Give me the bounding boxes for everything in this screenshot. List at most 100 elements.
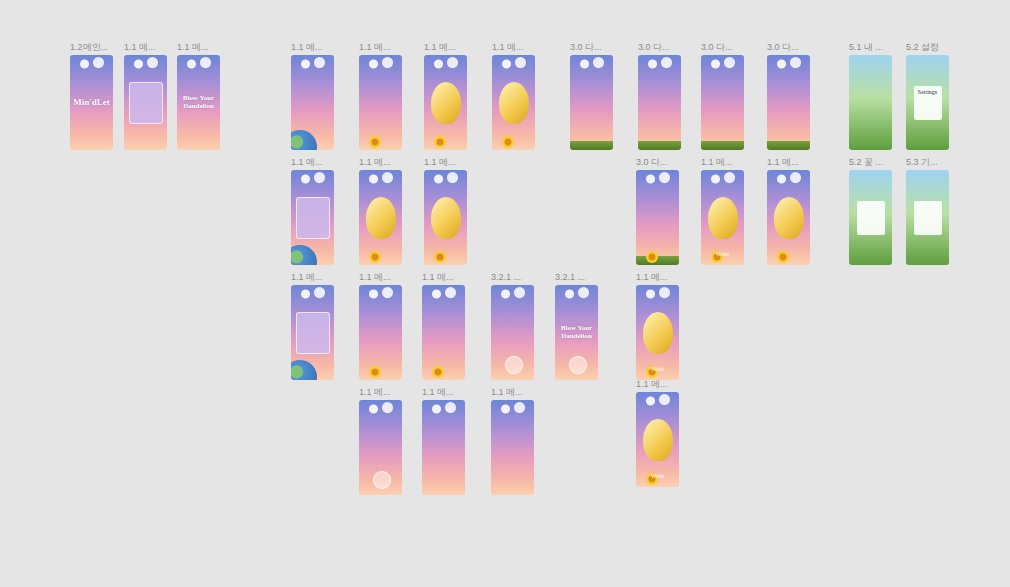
- screen-frame[interactable]: [359, 170, 402, 265]
- frame-item: 3.2.1 ... Blow Your Dandelion: [555, 273, 598, 380]
- login-card[interactable]: [296, 197, 330, 239]
- frame-label[interactable]: 1.1 메...: [491, 388, 534, 397]
- screen-frame[interactable]: Blow Your Dandelion: [177, 55, 220, 150]
- card-title: Settings: [918, 89, 937, 95]
- settings-card[interactable]: [857, 201, 885, 235]
- screen-frame[interactable]: [291, 170, 334, 265]
- screen-frame[interactable]: [638, 55, 681, 150]
- frame-label[interactable]: 1.2메인...: [70, 43, 113, 52]
- flower-icon: [369, 366, 381, 378]
- frame-label[interactable]: 1.1 메...: [422, 388, 465, 397]
- letter-card[interactable]: [774, 197, 804, 239]
- flower-icon: [646, 251, 658, 263]
- frame-label[interactable]: 1.1 메...: [359, 388, 402, 397]
- clouds-icon: [640, 287, 675, 301]
- earth-icon: [291, 245, 317, 265]
- frame-label[interactable]: 1.1 메...: [291, 273, 334, 282]
- screen-frame[interactable]: [359, 285, 402, 380]
- screen-frame[interactable]: [424, 55, 467, 150]
- screen-frame[interactable]: [422, 400, 465, 495]
- frame-label[interactable]: 5.2 설정: [906, 43, 949, 52]
- letter-card[interactable]: [431, 197, 461, 239]
- clouds-icon: [574, 57, 609, 71]
- screen-frame[interactable]: [491, 400, 534, 495]
- screen-frame[interactable]: [424, 170, 467, 265]
- frame-label[interactable]: 1.1 메...: [291, 158, 334, 167]
- frame-label[interactable]: 1.1 메...: [359, 158, 402, 167]
- frame-label[interactable]: 1.1 메...: [701, 158, 744, 167]
- frame-label[interactable]: 1.1 메...: [636, 380, 679, 389]
- frame-label[interactable]: 3.0 다...: [767, 43, 810, 52]
- screen-frame[interactable]: Settings: [906, 55, 949, 150]
- screen-frame[interactable]: [359, 400, 402, 495]
- frame-label[interactable]: 3.0 다...: [636, 158, 679, 167]
- login-card[interactable]: [296, 312, 330, 354]
- frame-label[interactable]: 3.0 다...: [638, 43, 681, 52]
- screen-frame[interactable]: [849, 170, 892, 265]
- letter-card[interactable]: [499, 82, 529, 124]
- frame-label[interactable]: 1.1 메...: [291, 43, 334, 52]
- frame-label[interactable]: 1.1 메...: [767, 158, 810, 167]
- clouds-icon: [426, 402, 461, 416]
- frame-item: 1.2메인... Min'dLet: [70, 43, 113, 150]
- frame-label[interactable]: 5.2 꽃 ...: [849, 158, 892, 167]
- screen-frame[interactable]: Write: [636, 285, 679, 380]
- frame-label[interactable]: 1.1 메...: [424, 158, 467, 167]
- frame-label[interactable]: 5.1 내 ...: [849, 43, 892, 52]
- screen-frame[interactable]: [492, 55, 535, 150]
- login-card[interactable]: [129, 82, 163, 124]
- dandelion-icon: [505, 356, 523, 374]
- clouds-icon: [428, 172, 463, 186]
- frame-label[interactable]: 1.1 메...: [424, 43, 467, 52]
- letter-card[interactable]: [708, 197, 738, 239]
- frame-title: Min'dLet: [71, 98, 112, 107]
- screen-frame[interactable]: [491, 285, 534, 380]
- settings-card[interactable]: [914, 201, 942, 235]
- flower-icon: [434, 251, 446, 263]
- frame-label[interactable]: 3.2.1 ...: [555, 273, 598, 282]
- letter-card[interactable]: [643, 312, 673, 354]
- write-button[interactable]: Write: [636, 473, 679, 479]
- frame-label[interactable]: 1.1 메...: [492, 43, 535, 52]
- screen-frame[interactable]: Write: [636, 392, 679, 487]
- frame-item: 3.0 다...: [570, 43, 613, 150]
- frame-item: 5.1 내 ...: [849, 43, 892, 150]
- frame-label[interactable]: 1.1 메...: [359, 273, 402, 282]
- frame-label[interactable]: 1.1 메...: [124, 43, 167, 52]
- screen-frame[interactable]: [570, 55, 613, 150]
- screen-frame[interactable]: [124, 55, 167, 150]
- frame-label[interactable]: 1.1 메...: [422, 273, 465, 282]
- screen-frame[interactable]: [767, 170, 810, 265]
- flower-icon: [434, 136, 446, 148]
- frame-label[interactable]: 1.1 메...: [359, 43, 402, 52]
- screen-frame[interactable]: [359, 55, 402, 150]
- settings-card[interactable]: Settings: [914, 86, 942, 120]
- frame-label[interactable]: 3.0 다...: [570, 43, 613, 52]
- frame-label[interactable]: 1.1 메...: [636, 273, 679, 282]
- screen-frame[interactable]: [636, 170, 679, 265]
- write-button[interactable]: Write: [636, 366, 679, 372]
- clouds-icon: [363, 402, 398, 416]
- screen-frame[interactable]: [701, 55, 744, 150]
- screen-frame[interactable]: [291, 285, 334, 380]
- screen-frame[interactable]: [906, 170, 949, 265]
- clouds-icon: [74, 57, 109, 71]
- clouds-icon: [426, 287, 461, 301]
- screen-frame[interactable]: Min'dLet: [70, 55, 113, 150]
- letter-card[interactable]: [431, 82, 461, 124]
- screen-frame[interactable]: [291, 55, 334, 150]
- screen-frame[interactable]: Write: [701, 170, 744, 265]
- frame-label[interactable]: 5.3 기...: [906, 158, 949, 167]
- screen-frame[interactable]: Blow Your Dandelion: [555, 285, 598, 380]
- letter-card[interactable]: [643, 419, 673, 461]
- frame-label[interactable]: 3.2.1 ...: [491, 273, 534, 282]
- write-button[interactable]: Write: [701, 251, 744, 257]
- screen-frame[interactable]: [849, 55, 892, 150]
- frame-label[interactable]: 1.1 메...: [177, 43, 220, 52]
- screen-frame[interactable]: [422, 285, 465, 380]
- letter-card[interactable]: [366, 197, 396, 239]
- frame-label[interactable]: 3.0 다...: [701, 43, 744, 52]
- clouds-icon: [705, 57, 740, 71]
- clouds-icon: [181, 57, 216, 71]
- screen-frame[interactable]: [767, 55, 810, 150]
